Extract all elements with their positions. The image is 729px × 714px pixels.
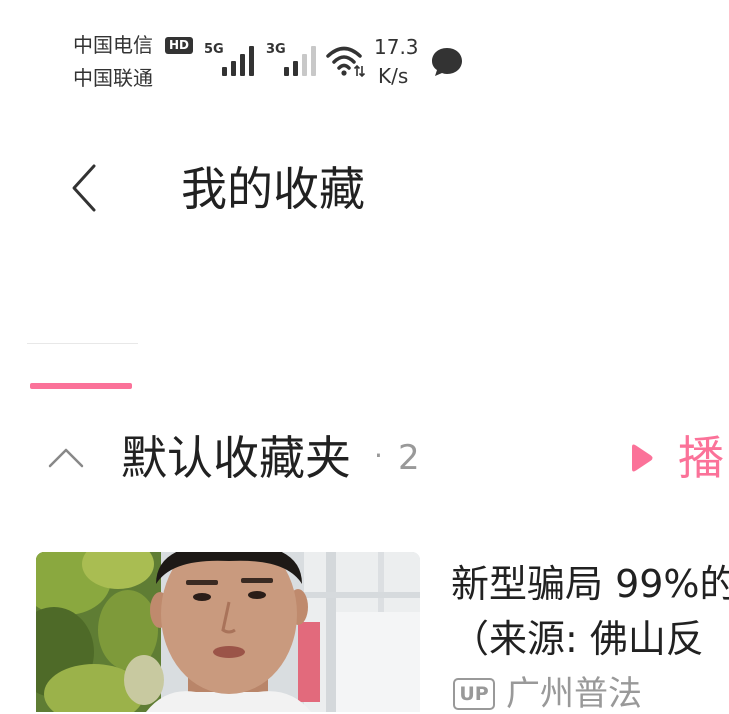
video-title-line[interactable]: 新型骗局 99%的: [451, 559, 729, 609]
signal-bar: [231, 61, 236, 76]
signal-bar: [222, 67, 227, 76]
net-speed-value: 17.3: [374, 35, 419, 59]
up-badge-icon: UP: [453, 678, 495, 710]
carrier-primary: 中国电信: [73, 33, 153, 57]
message-bubble-icon: [430, 46, 464, 77]
hd-badge: HD: [165, 37, 193, 54]
play-icon: [632, 444, 653, 472]
chevron-left-icon: [72, 164, 96, 212]
video-list-item[interactable]: 新型骗局 99%的 （来源: 佛山反 UP 广州普法: [36, 552, 729, 712]
play-all-button[interactable]: 播: [624, 430, 729, 486]
back-button[interactable]: [60, 156, 110, 220]
tab-divider: [27, 343, 138, 344]
folder-collapse-button[interactable]: [44, 440, 88, 474]
signal-bar: [311, 46, 316, 76]
signal-strength-primary-icon: [222, 45, 256, 76]
signal-strength-secondary-icon: [284, 45, 318, 76]
uploader-name: 广州普法: [506, 674, 642, 714]
play-all-label: 播: [678, 431, 724, 485]
signal-bar: [249, 46, 254, 76]
network-type-secondary: 3G: [266, 42, 286, 57]
net-speed-unit: K/s: [378, 64, 409, 88]
wifi-icon: [326, 44, 366, 78]
active-tab-indicator: [30, 383, 132, 389]
page-title: 我的收藏: [181, 162, 365, 216]
signal-bar: [240, 54, 245, 76]
video-thumbnail[interactable]: [36, 552, 420, 712]
folder-item-count: 2: [398, 438, 420, 478]
carrier-secondary: 中国联通: [73, 66, 153, 90]
video-title-line[interactable]: （来源: 佛山反: [451, 614, 729, 664]
signal-bar: [284, 67, 289, 76]
signal-bar: [302, 54, 307, 76]
folder-count-separator: ·: [374, 439, 383, 472]
signal-bar: [293, 61, 298, 76]
chevron-up-icon: [48, 448, 84, 468]
network-type-primary: 5G: [204, 42, 224, 57]
folder-name[interactable]: 默认收藏夹: [121, 430, 351, 486]
